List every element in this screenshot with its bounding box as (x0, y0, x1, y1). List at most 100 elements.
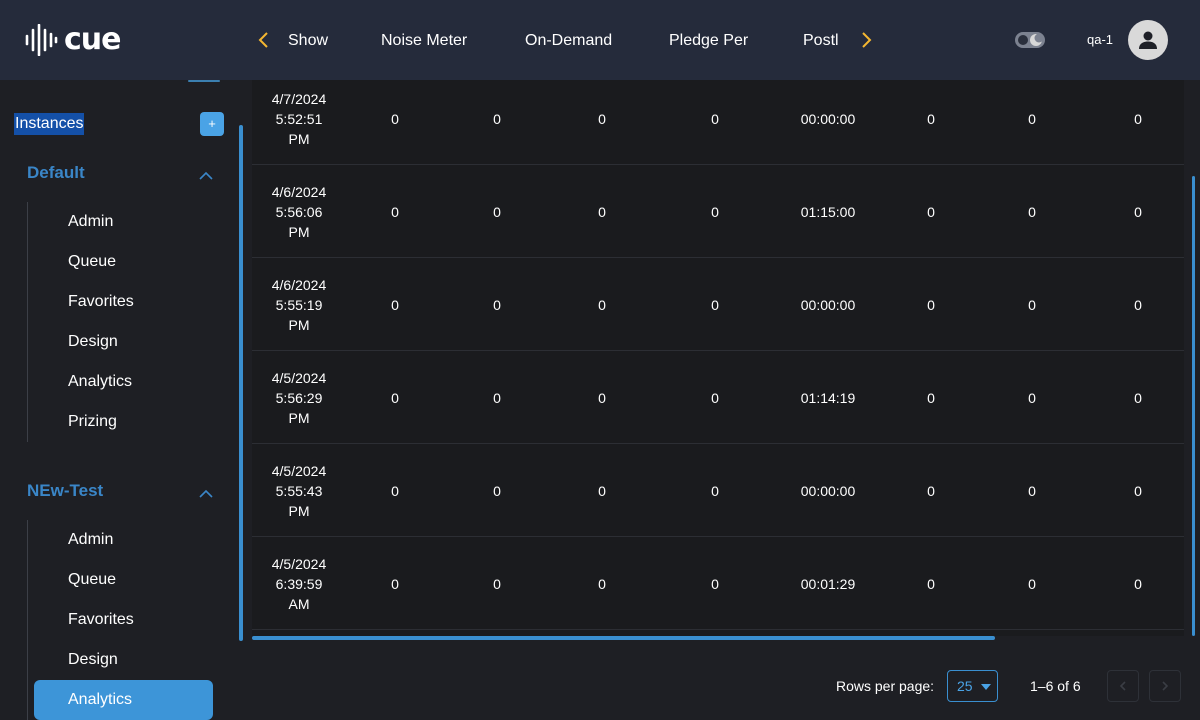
datetime-stack: 4/5/2024 5:55:43 PM (272, 461, 327, 521)
sidebar-item-favorites[interactable]: Favorites (34, 600, 213, 640)
table-row[interactable]: 4/5/2024 5:55:43 PM 0 0 0 0 00:00:00 0 0 0 (252, 444, 1184, 537)
instance-group-default[interactable]: Default (27, 162, 85, 184)
table-row[interactable]: 4/6/2024 5:55:19 PM 0 0 0 0 00:00:00 0 0 0 (252, 258, 1184, 351)
cell-value: 0 (391, 389, 399, 406)
cell-value: 0 (927, 203, 935, 220)
sidebar-item-label: Favorites (68, 293, 134, 310)
tab-show[interactable]: Show (288, 30, 328, 52)
cell-value: 0 (598, 575, 606, 592)
table-vertical-scrollbar[interactable] (1192, 176, 1195, 636)
logo-text: cue (64, 22, 121, 57)
sidebar-item-queue[interactable]: Queue (34, 242, 213, 282)
cell-value: 0 (711, 389, 719, 406)
cell-duration: 01:15:00 (800, 203, 856, 220)
theme-toggle[interactable] (1014, 30, 1046, 50)
previous-page-button[interactable] (1107, 670, 1139, 702)
cell-duration: 00:00:00 (800, 296, 856, 313)
group-tree-line (27, 520, 28, 720)
collapse-new-test-button[interactable] (198, 486, 214, 498)
cell-value: 0 (493, 482, 501, 499)
sidebar-item-design[interactable]: Design (34, 640, 213, 680)
cell-value: 0 (493, 389, 501, 406)
chevron-up-icon (199, 489, 213, 498)
cell-duration: 01:14:19 (800, 389, 856, 406)
sidebar-item-analytics[interactable]: Analytics (34, 362, 213, 402)
chevron-left-icon (258, 32, 268, 48)
datetime-ampm: PM (288, 502, 310, 519)
cell-value: 0 (1134, 389, 1142, 406)
datetime-date: 4/6/2024 (271, 183, 327, 200)
table-row[interactable]: 4/5/2024 5:56:29 PM 0 0 0 0 01:14:19 0 0 0 (252, 351, 1184, 444)
datetime-date: 4/5/2024 (271, 462, 327, 479)
username-label: qa-1 (1087, 32, 1114, 47)
datetime-time: 5:56:06 (275, 203, 323, 220)
instance-group-new-test[interactable]: NEw-Test (27, 480, 103, 502)
datetime-time: 5:55:43 (275, 482, 323, 499)
tab-postl[interactable]: Postl (803, 30, 839, 52)
theme-toggle-icon (1015, 32, 1045, 48)
sidebar-item-admin[interactable]: Admin (34, 202, 213, 242)
sidebar-item-prizing[interactable]: Prizing (34, 402, 213, 442)
cell-datetime: 4/6/2024 5:56:06 PM (259, 165, 339, 258)
tab-pledge-per[interactable]: Pledge Per (669, 30, 748, 52)
cell-value: 0 (1028, 389, 1036, 406)
datetime-date: 4/7/2024 (271, 90, 327, 107)
cell-value: 0 (1028, 110, 1036, 127)
tab-on-demand[interactable]: On-Demand (525, 30, 612, 52)
sidebar: Instances + Default Admin Queue Favorite… (0, 80, 244, 720)
datetime-stack: 4/5/2024 6:39:59 AM (272, 554, 327, 614)
rows-per-page-select[interactable]: 25 (947, 670, 998, 702)
main-content: 4/7/2024 5:52:51 PM 0 0 0 0 00:00:00 0 0 0 4/6/2024… (244, 80, 1200, 720)
tab-noise-meter[interactable]: Noise Meter (381, 30, 467, 52)
next-page-button[interactable] (1149, 670, 1181, 702)
datetime-ampm: AM (288, 595, 310, 612)
sidebar-scrollbar[interactable] (239, 125, 243, 641)
sidebar-item-label: Analytics (68, 691, 133, 708)
tabs-scroll-left-button[interactable] (254, 28, 274, 52)
cell-value: 0 (598, 110, 606, 127)
sidebar-item-design[interactable]: Design (34, 322, 213, 362)
app-logo[interactable]: cue (24, 22, 121, 58)
cell-value: 0 (391, 482, 399, 499)
cell-value: 0 (493, 203, 501, 220)
sidebar-divider (188, 80, 220, 82)
chevron-left-icon (1119, 681, 1126, 691)
rows-per-page-label: Rows per page: (836, 678, 935, 694)
datetime-time: 5:55:19 (275, 296, 323, 313)
user-avatar[interactable] (1128, 20, 1168, 60)
tabs-scroll-right-button[interactable] (856, 28, 876, 52)
top-header: cue Show Noise Meter On-Demand Pledge Pe… (0, 0, 1200, 80)
cell-value: 0 (711, 203, 719, 220)
sidebar-item-admin[interactable]: Admin (34, 520, 213, 560)
table-row[interactable]: 4/6/2024 5:56:06 PM 0 0 0 0 01:15:00 0 0 0 (252, 165, 1184, 258)
cell-value: 0 (1134, 575, 1142, 592)
cell-value: 0 (598, 203, 606, 220)
cell-value: 0 (493, 296, 501, 313)
cell-value: 0 (1028, 482, 1036, 499)
datetime-time: 6:39:59 (275, 575, 323, 592)
table-horizontal-scrollbar[interactable] (252, 636, 995, 640)
cell-value: 0 (391, 203, 399, 220)
datetime-date: 4/6/2024 (271, 276, 327, 293)
cell-value: 0 (927, 110, 935, 127)
cell-value: 0 (1134, 110, 1142, 127)
cell-value: 0 (391, 296, 399, 313)
sidebar-item-favorites[interactable]: Favorites (34, 282, 213, 322)
sidebar-item-label: Prizing (68, 413, 117, 430)
add-instance-button[interactable]: + (200, 112, 224, 136)
table-row[interactable]: 4/5/2024 6:39:59 AM 0 0 0 0 00:01:29 0 0 0 (252, 537, 1184, 630)
group-tree-line (27, 202, 28, 442)
cell-datetime: 4/5/2024 6:39:59 AM (259, 537, 339, 630)
datetime-time: 5:56:29 (275, 389, 323, 406)
sidebar-item-analytics[interactable]: Analytics (34, 680, 213, 720)
sidebar-item-queue[interactable]: Queue (34, 560, 213, 600)
cell-value: 0 (927, 389, 935, 406)
caret-down-icon (981, 684, 991, 690)
table-row[interactable]: 4/7/2024 5:52:51 PM 0 0 0 0 00:00:00 0 0 0 (252, 80, 1184, 165)
sidebar-item-label: Queue (68, 571, 117, 588)
cell-duration: 00:01:29 (800, 575, 856, 592)
user-avatar-icon (1139, 31, 1157, 49)
cell-value: 0 (598, 482, 606, 499)
datetime-ampm: PM (288, 316, 310, 333)
collapse-default-button[interactable] (198, 168, 214, 180)
